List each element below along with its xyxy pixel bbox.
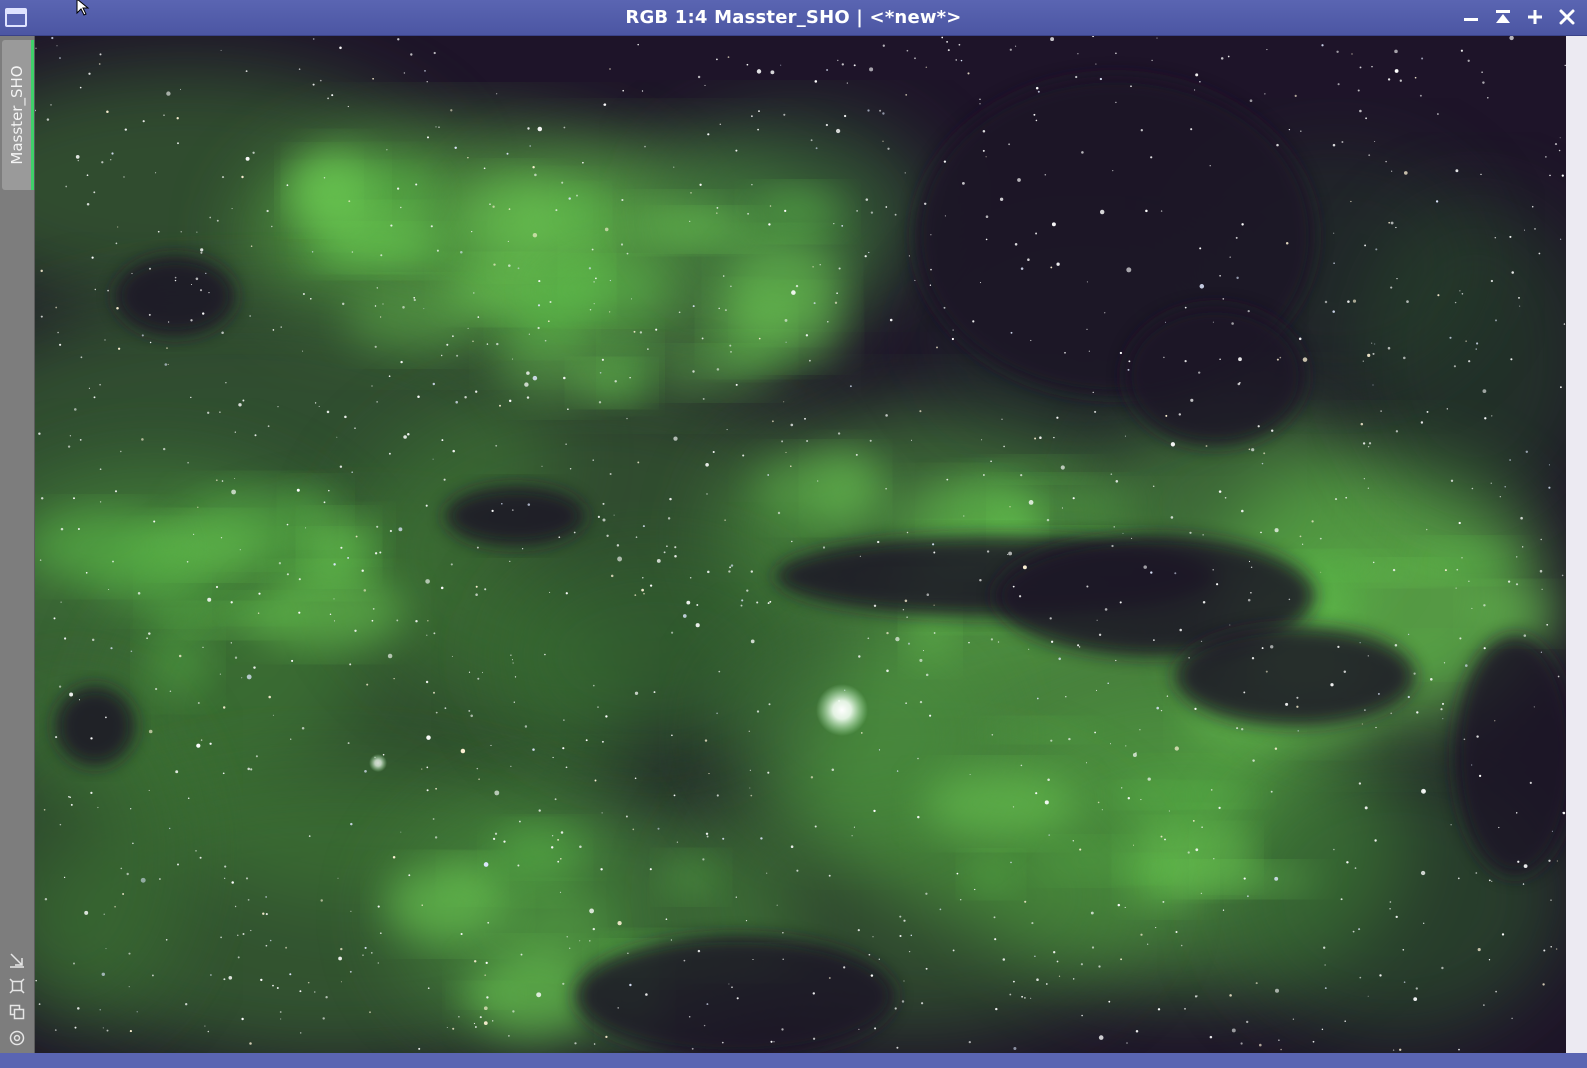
- mouse-pointer-icon: [76, 0, 90, 16]
- titlebar[interactable]: RGB 1:4 Masster_SHO | <*new*>: [0, 0, 1587, 36]
- window-title: RGB 1:4 Masster_SHO | <*new*>: [625, 7, 962, 28]
- bright-star: [816, 684, 868, 736]
- window-controls: [1459, 4, 1579, 32]
- view-sidebar: Masster_SHO: [0, 36, 35, 1053]
- fit-view-icon[interactable]: [6, 951, 28, 969]
- plus-icon[interactable]: [1523, 4, 1547, 32]
- view-tab-masster-sho[interactable]: Masster_SHO: [2, 40, 34, 190]
- sidebar-tools: [6, 951, 28, 1047]
- shade-icon[interactable]: [1491, 4, 1515, 32]
- clone-view-icon[interactable]: [6, 1003, 28, 1021]
- vertical-scrollbar[interactable]: [1566, 36, 1587, 1053]
- view-tab-label: Masster_SHO: [7, 65, 26, 165]
- window-bottom-edge: [0, 1053, 1587, 1068]
- target-icon[interactable]: [6, 1029, 28, 1047]
- minimize-icon[interactable]: [1459, 4, 1483, 32]
- zoom-to-fit-icon[interactable]: [6, 977, 28, 995]
- bright-star: [369, 754, 387, 772]
- image-view[interactable]: [35, 36, 1566, 1053]
- image-window: RGB 1:4 Masster_SHO | <*new*> Masster_SH…: [0, 0, 1587, 1068]
- close-icon[interactable]: [1555, 4, 1579, 32]
- nebula-image: [35, 36, 1566, 1053]
